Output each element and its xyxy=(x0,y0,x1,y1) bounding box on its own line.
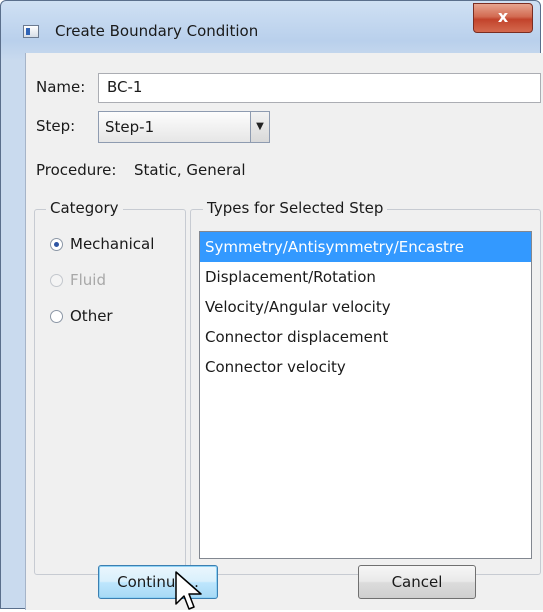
create-boundary-condition-dialog: Create Boundary Condition x Name: BC-1 S… xyxy=(0,0,543,610)
list-item[interactable]: Velocity/Angular velocity xyxy=(200,292,531,322)
list-item[interactable]: Displacement/Rotation xyxy=(200,262,531,292)
radio-button-disabled xyxy=(50,274,63,287)
name-label: Name: xyxy=(36,78,86,96)
dialog-window-icon xyxy=(23,25,39,38)
procedure-value: Static, General xyxy=(134,161,246,179)
name-field-value: BC-1 xyxy=(107,78,143,96)
mouse-pointer-icon xyxy=(175,571,202,610)
chevron-down-icon[interactable]: ▼ xyxy=(250,112,269,142)
radio-mechanical-label: Mechanical xyxy=(70,235,155,253)
types-list[interactable]: Symmetry/Antisymmetry/Encastre Displacem… xyxy=(199,231,532,559)
list-item[interactable]: Symmetry/Antisymmetry/Encastre xyxy=(200,232,531,262)
name-field[interactable]: BC-1 xyxy=(98,73,541,103)
radio-button-checked[interactable] xyxy=(50,238,63,251)
list-item[interactable]: Connector displacement xyxy=(200,322,531,352)
step-label: Step: xyxy=(36,117,76,135)
cancel-button[interactable]: Cancel xyxy=(358,565,476,599)
dialog-body: Name: BC-1 Step: Step-1 ▼ Procedure: Sta… xyxy=(25,53,543,610)
procedure-label: Procedure: xyxy=(36,161,117,179)
title-bar[interactable]: Create Boundary Condition x xyxy=(1,1,540,53)
radio-button[interactable] xyxy=(50,310,63,323)
category-group xyxy=(34,209,186,575)
types-group-title: Types for Selected Step xyxy=(203,199,388,217)
close-icon: x xyxy=(497,7,509,26)
dialog-title: Create Boundary Condition xyxy=(55,22,259,40)
step-select[interactable]: Step-1 ▼ xyxy=(98,111,270,143)
step-select-value: Step-1 xyxy=(105,118,155,136)
category-group-title: Category xyxy=(46,199,123,217)
radio-fluid-label: Fluid xyxy=(70,271,106,289)
close-button[interactable]: x xyxy=(473,3,533,33)
list-item[interactable]: Connector velocity xyxy=(200,352,531,382)
radio-other-label: Other xyxy=(70,307,113,325)
